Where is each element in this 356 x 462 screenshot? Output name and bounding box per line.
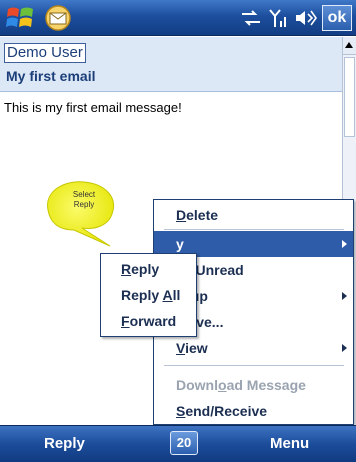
message-body: This is my first email message! xyxy=(4,100,182,115)
callout-text: Select Reply xyxy=(58,190,110,210)
scroll-up-arrow-icon[interactable] xyxy=(343,37,356,55)
input-panel-button[interactable]: 20 xyxy=(170,431,198,455)
from-field[interactable]: Demo User xyxy=(4,43,86,63)
reply-softkey[interactable]: Reply xyxy=(44,435,85,452)
menu-item-download-message: Download Message xyxy=(176,377,306,393)
menu-item-delete[interactable]: Delete xyxy=(154,202,353,228)
submenu-item-reply[interactable]: Reply xyxy=(101,256,196,282)
status-icons xyxy=(240,6,318,30)
ok-button[interactable]: ok xyxy=(322,5,352,31)
subject-label: My first email xyxy=(6,68,96,84)
mail-app-icon xyxy=(44,4,72,32)
submenu-arrow-icon xyxy=(342,344,347,352)
submenu-arrow-icon xyxy=(342,292,347,300)
submenu-item-forward[interactable]: Forward xyxy=(101,308,196,334)
submenu-arrow-icon xyxy=(342,240,347,248)
reply-submenu: Reply Reply All Forward xyxy=(100,253,197,337)
volume-icon[interactable] xyxy=(294,8,318,28)
submenu-item-reply-all[interactable]: Reply All xyxy=(101,282,196,308)
callout-bubble xyxy=(47,181,114,247)
menu-item-send-receive[interactable]: Send/Receive xyxy=(154,398,353,424)
menu-separator xyxy=(164,365,344,366)
message-header: Demo User My first email xyxy=(0,37,342,92)
connectivity-icon xyxy=(242,10,260,26)
title-bar: ok xyxy=(0,0,356,36)
callout-line-1: Select xyxy=(72,190,96,199)
menu-item-view[interactable]: View xyxy=(154,335,353,361)
menu-separator xyxy=(164,229,344,230)
windows-start-icon[interactable] xyxy=(4,3,38,33)
scroll-thumb[interactable] xyxy=(344,57,355,137)
callout-line-2: Reply xyxy=(73,200,95,209)
signal-icon xyxy=(269,9,286,27)
softkey-bar: Reply 20 Menu xyxy=(0,425,356,462)
menu-softkey[interactable]: Menu xyxy=(270,435,309,452)
